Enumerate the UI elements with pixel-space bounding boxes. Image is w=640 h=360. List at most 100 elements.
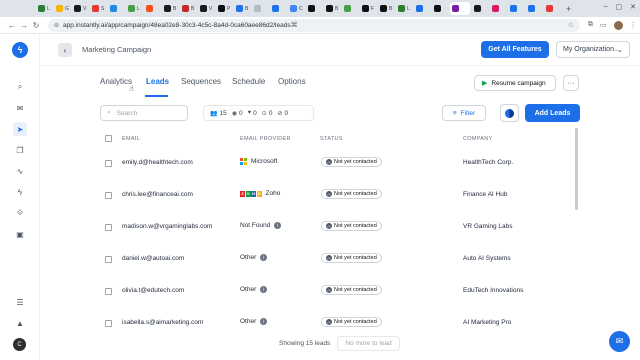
bookmark-star-icon[interactable]: ☆ xyxy=(568,21,574,29)
browser-tab[interactable]: L xyxy=(126,2,142,15)
email-provider: Not Found i xyxy=(240,222,282,229)
back-icon[interactable]: ← xyxy=(6,21,18,30)
browser-tab[interactable] xyxy=(508,2,524,15)
ai-toggle-button[interactable] xyxy=(500,104,519,122)
browser-tab[interactable] xyxy=(432,2,448,15)
table-row[interactable]: daniel.w@autoai.com Other i ◷ Not yet con… xyxy=(0,244,640,276)
minimize-icon[interactable]: – xyxy=(604,3,608,11)
filter-button[interactable]: ≡ Filter xyxy=(442,105,486,121)
tab-favicon-icon xyxy=(546,5,553,12)
browser-tab[interactable] xyxy=(108,2,124,15)
browser-tab[interactable] xyxy=(414,2,430,15)
instantly-logo-icon[interactable]: ϟ xyxy=(12,42,28,58)
select-all-checkbox[interactable] xyxy=(105,135,112,142)
tab-schedule[interactable]: Schedule xyxy=(232,77,265,86)
forward-icon[interactable]: → xyxy=(18,21,30,30)
browser-tab[interactable] xyxy=(526,2,542,15)
browser-tab[interactable]: B xyxy=(378,2,394,15)
info-icon[interactable]: i xyxy=(274,222,282,229)
browser-tab[interactable] xyxy=(544,2,560,15)
browser-tab[interactable]: B xyxy=(162,2,178,15)
reload-icon[interactable]: ↻ xyxy=(30,21,42,30)
active-tab-indicator xyxy=(145,95,168,97)
resume-campaign-button[interactable]: ▶ Resume campaign xyxy=(474,75,556,91)
stat-opportunities: ⊙ 0 xyxy=(261,109,273,117)
column-email-provider[interactable]: EMAIL PROVIDER xyxy=(240,136,291,142)
lead-stats-bar[interactable]: 👥 15 ◉ 0 ♥ 0 ⊙ 0 ⊘ 0 xyxy=(203,105,314,121)
row-checkbox[interactable] xyxy=(105,288,112,295)
browser-tab[interactable]: V xyxy=(72,2,88,15)
tab-favicon-icon xyxy=(92,5,99,12)
row-checkbox[interactable] xyxy=(105,192,112,199)
browser-tab[interactable]: V xyxy=(198,2,214,15)
search-icon[interactable]: ⌕ xyxy=(13,80,27,94)
row-checkbox[interactable] xyxy=(105,320,112,327)
browser-tab[interactable]: B xyxy=(180,2,196,15)
search-input[interactable] xyxy=(116,109,177,117)
site-info-icon[interactable]: ⊜ xyxy=(54,22,59,29)
browser-tab[interactable] xyxy=(144,2,160,15)
sidebar-toggle-icon[interactable]: ▭ xyxy=(600,21,607,29)
browser-tab[interactable] xyxy=(306,2,322,15)
get-all-features-button[interactable]: Get All Features xyxy=(481,41,549,58)
row-checkbox[interactable] xyxy=(105,224,112,231)
maximize-icon[interactable]: ▢ xyxy=(616,3,623,11)
support-chat-icon[interactable]: ✉ xyxy=(609,331,630,352)
search-icon: ⌕ xyxy=(107,109,111,116)
tab-title: G xyxy=(65,5,69,12)
table-scrollbar[interactable] xyxy=(575,128,578,210)
translate-icon[interactable]: ⌘ xyxy=(291,21,298,29)
email-provider: Microsoft xyxy=(240,158,277,165)
column-email[interactable]: EMAIL xyxy=(122,136,140,142)
filter-label: Filter xyxy=(460,109,476,117)
browser-tab[interactable]: L xyxy=(396,2,412,15)
new-tab-icon[interactable]: + xyxy=(566,4,571,14)
browser-tab[interactable]: B xyxy=(324,2,340,15)
browser-tab[interactable] xyxy=(252,2,268,15)
search-box[interactable]: ⌕ xyxy=(100,105,188,121)
browser-tab[interactable] xyxy=(450,2,470,15)
browser-tab[interactable]: C xyxy=(288,2,304,15)
extensions-icon[interactable]: ⧉ xyxy=(588,21,593,29)
organization-select[interactable]: My Organization... ⌄ xyxy=(556,41,630,58)
browser-tab[interactable]: F xyxy=(360,2,376,15)
browser-tab[interactable]: B xyxy=(234,2,250,15)
tab-sequences[interactable]: Sequences xyxy=(181,77,221,86)
table-row[interactable]: isabella.s@aimarketing.com Other i ◷ Not … xyxy=(0,308,640,340)
browser-tab[interactable] xyxy=(342,2,358,15)
close-icon[interactable]: ✕ xyxy=(630,3,636,11)
browser-tab[interactable]: G xyxy=(54,2,70,15)
browser-tab[interactable] xyxy=(472,2,488,15)
table-row[interactable]: olivia.t@edutech.com Other i ◷ Not yet co… xyxy=(0,276,640,308)
info-icon[interactable]: i xyxy=(260,254,268,261)
window-controls[interactable]: – ▢ ✕ xyxy=(604,3,636,11)
browser-menu-icon[interactable]: ⋮ xyxy=(630,21,637,29)
profile-avatar[interactable] xyxy=(613,20,623,30)
tab-leads[interactable]: Leads xyxy=(146,77,169,86)
mail-icon[interactable]: ✉ xyxy=(13,101,27,115)
browser-tab[interactable] xyxy=(490,2,506,15)
url-field[interactable]: ⊜ app.instantly.ai/app/campaign/48ea02e8… xyxy=(48,18,580,32)
browser-tab[interactable] xyxy=(270,2,286,15)
column-company[interactable]: COMPANY xyxy=(463,136,493,142)
column-status[interactable]: STATUS xyxy=(320,136,343,142)
row-checkbox[interactable] xyxy=(105,256,112,263)
browser-tab[interactable]: S xyxy=(90,2,106,15)
back-button[interactable]: ‹ xyxy=(58,43,72,57)
more-options-button[interactable]: ··· xyxy=(563,75,579,91)
add-leads-button[interactable]: Add Leads xyxy=(525,104,580,122)
tab-analytics[interactable]: Analytics xyxy=(100,77,132,86)
table-row[interactable]: emily.d@healthtech.com Microsoft ◷ Not ye… xyxy=(0,148,640,180)
tab-favicon-icon xyxy=(416,5,423,12)
browser-tab[interactable]: L xyxy=(36,2,52,15)
table-row[interactable]: chris.lee@financeai.com ZOHO Zoho ◷ Not y… xyxy=(0,180,640,212)
browser-tab[interactable]: P xyxy=(216,2,232,15)
table-row[interactable]: madison.w@vrgaminglabs.com Not Found i ◷… xyxy=(0,212,640,244)
row-checkbox[interactable] xyxy=(105,160,112,167)
tab-favicon-icon xyxy=(74,5,81,12)
tab-options[interactable]: Options xyxy=(278,77,306,86)
info-icon[interactable]: i xyxy=(260,286,268,293)
clock-icon: ◷ xyxy=(326,255,332,261)
tab-favicon-icon xyxy=(510,5,517,12)
info-icon[interactable]: i xyxy=(260,318,268,325)
